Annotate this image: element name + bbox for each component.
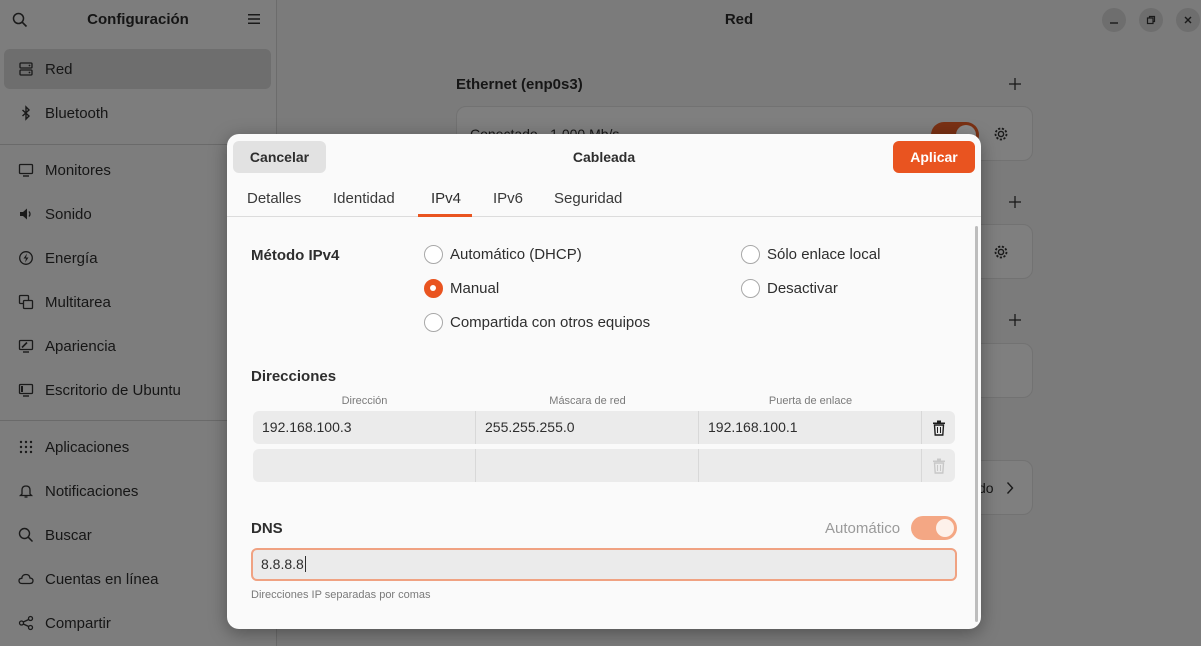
monitor-icon [18, 163, 34, 177]
sidebar-item-red[interactable]: Red [4, 49, 271, 89]
cloud-icon [18, 573, 34, 585]
ipv4-method-label: Método IPv4 [251, 247, 340, 264]
restore-icon [1146, 15, 1156, 25]
sidebar-item-label: Apariencia [45, 338, 116, 355]
gear-icon[interactable] [992, 243, 1010, 261]
sidebar-item-label: Energía [45, 250, 98, 267]
address-row: 192.168.100.3 255.255.255.0 192.168.100.… [253, 411, 955, 444]
dns-input-value: 8.8.8.8 [261, 556, 304, 572]
radio-manual[interactable]: Manual [424, 279, 499, 298]
add-connection-icon[interactable] [1008, 313, 1022, 327]
speaker-icon [20, 208, 31, 220]
sidebar-header: Configuración [0, 0, 276, 40]
minimize-button[interactable] [1102, 8, 1126, 32]
addresses-label: Direcciones [251, 368, 337, 385]
gateway-input[interactable] [699, 449, 922, 482]
sidebar-title: Configuración [87, 11, 189, 28]
multitask-icon [18, 294, 34, 310]
trash-icon [932, 458, 945, 474]
radio-button[interactable] [424, 313, 443, 332]
radio-shared[interactable]: Compartida con otros equipos [424, 313, 650, 332]
bluetooth-icon [22, 105, 31, 121]
add-connection-icon[interactable] [1008, 77, 1022, 91]
radio-label: Sólo enlace local [767, 246, 881, 263]
sidebar-item-bluetooth[interactable]: Bluetooth [4, 93, 271, 133]
ubuntu-desktop-icon [18, 383, 34, 397]
netmask-input[interactable]: 255.255.255.0 [476, 411, 699, 444]
sidebar-item-label: Buscar [45, 527, 92, 544]
cancel-button[interactable]: Cancelar [233, 141, 326, 173]
close-button[interactable] [1176, 8, 1200, 32]
scrollbar[interactable] [975, 226, 978, 622]
sidebar-item-label: Red [45, 61, 73, 78]
apply-button[interactable]: Aplicar [893, 141, 975, 173]
chevron-right-icon [1006, 482, 1014, 494]
radio-button[interactable] [424, 245, 443, 264]
dns-label: DNS [251, 520, 283, 537]
sidebar-item-label: Monitores [45, 162, 111, 179]
wired-connection-dialog: Cancelar Cableada Aplicar Detalles Ident… [227, 134, 981, 629]
address-input[interactable]: 192.168.100.3 [253, 411, 476, 444]
address-input[interactable] [253, 449, 476, 482]
trash-icon [932, 420, 945, 436]
radio-label: Desactivar [767, 280, 838, 297]
network-icon [19, 62, 33, 76]
add-connection-icon[interactable] [1008, 195, 1022, 209]
active-tab-indicator [418, 214, 472, 217]
page-title: Red [724, 11, 754, 28]
gear-icon[interactable] [992, 125, 1010, 143]
radio-button[interactable] [741, 279, 760, 298]
share-icon [18, 615, 34, 631]
hamburger-menu-icon[interactable] [248, 13, 260, 25]
sidebar-item-label: Compartir [45, 615, 111, 632]
sidebar-item-label: Aplicaciones [45, 439, 130, 456]
radio-disable[interactable]: Desactivar [741, 279, 838, 298]
search-icon [18, 527, 34, 543]
netmask-input[interactable] [476, 449, 699, 482]
tab-bar: Detalles Identidad IPv4 IPv6 Seguridad [227, 180, 981, 217]
close-icon [1184, 16, 1192, 24]
sidebar-item-label: Sonido [45, 206, 92, 223]
radio-label: Manual [450, 280, 500, 297]
sidebar-item-label: Multitarea [45, 294, 111, 311]
sidebar-item-label: Cuentas en línea [45, 571, 159, 588]
dns-automatic-toggle[interactable] [911, 516, 957, 540]
dialog-title: Cableada [572, 149, 636, 165]
radio-label: Automático (DHCP) [450, 246, 582, 263]
delete-address-button-disabled [922, 449, 955, 482]
dns-automatic-label: Automático [825, 520, 901, 537]
dns-input[interactable]: 8.8.8.8 [251, 548, 957, 581]
radio-label: Compartida con otros equipos [450, 314, 651, 331]
column-header-gateway: Puerta de enlace [768, 395, 853, 407]
delete-address-button[interactable] [922, 411, 955, 444]
radio-automatic-dhcp[interactable]: Automático (DHCP) [424, 245, 582, 264]
bell-icon [18, 485, 34, 498]
appearance-icon [18, 339, 34, 353]
dns-hint: Direcciones IP separadas por comas [251, 589, 431, 601]
address-row-empty [253, 449, 955, 482]
radio-link-local-only[interactable]: Sólo enlace local [741, 245, 880, 264]
tab-ipv6[interactable]: IPv6 [493, 190, 523, 207]
column-header-netmask: Máscara de red [549, 395, 626, 407]
tab-identidad[interactable]: Identidad [333, 190, 395, 207]
tab-ipv4[interactable]: IPv4 [431, 190, 461, 207]
radio-button[interactable] [741, 245, 760, 264]
power-icon [19, 251, 33, 265]
sidebar-item-label: Notificaciones [45, 483, 139, 500]
tab-detalles[interactable]: Detalles [247, 190, 301, 207]
radio-button-selected[interactable] [424, 279, 443, 298]
minimize-icon [1110, 22, 1118, 24]
sidebar-item-label: Bluetooth [45, 105, 109, 122]
maximize-button[interactable] [1139, 8, 1163, 32]
apps-grid-icon [19, 440, 33, 454]
tab-seguridad[interactable]: Seguridad [554, 190, 622, 207]
text-caret [304, 556, 306, 572]
column-header-address: Dirección [341, 395, 388, 407]
gateway-input[interactable]: 192.168.100.1 [699, 411, 922, 444]
sidebar-item-label: Escritorio de Ubuntu [45, 382, 181, 399]
ethernet-section-title: Ethernet (enp0s3) [456, 76, 583, 93]
